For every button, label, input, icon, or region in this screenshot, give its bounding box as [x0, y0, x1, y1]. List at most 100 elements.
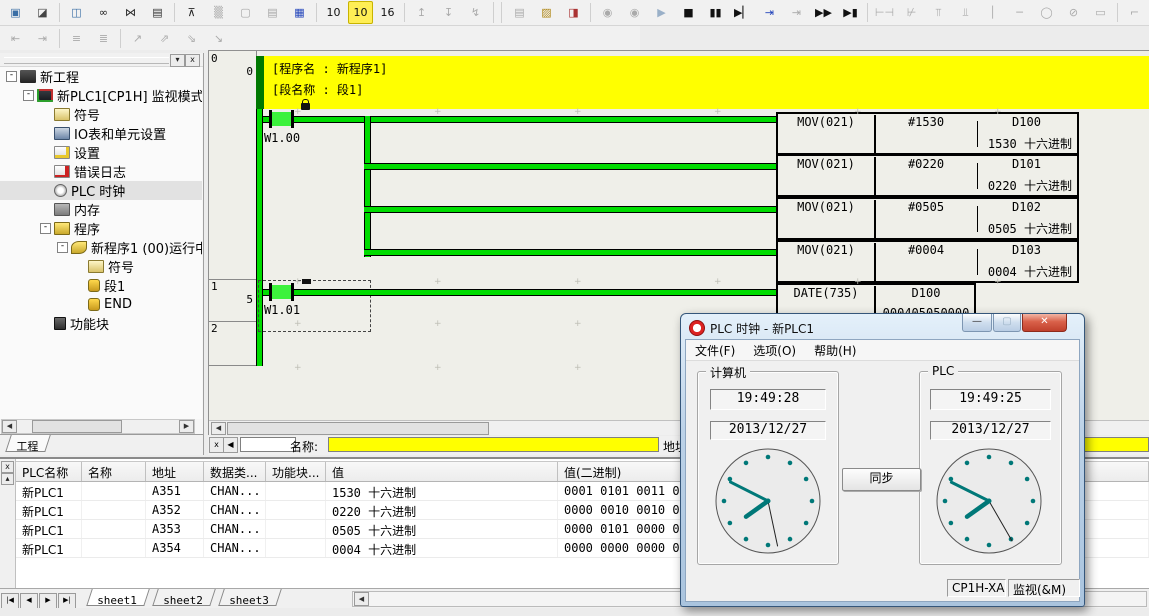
watch-column-header[interactable]: 值 [326, 462, 558, 481]
tree-item-符号[interactable]: 符号 [0, 105, 202, 124]
close-bar-icon[interactable]: x [209, 437, 224, 453]
tree-item-功能块[interactable]: 功能块 [0, 314, 202, 333]
tree-item-内存[interactable]: 内存 [0, 200, 202, 219]
tree-item-新程序1 (00)运行中[interactable]: -新程序1 (00)运行中 [0, 238, 202, 257]
continuous-step-icon[interactable]: ▶▶ [811, 1, 836, 24]
instruction-block-MOV(021)[interactable]: MOV(021)#1530D1001530 十六进制 [776, 112, 1079, 155]
tree-item-段1[interactable]: 段1 [0, 276, 202, 295]
sheet-nav-icon[interactable]: |◀ [1, 593, 19, 609]
force-on-icon: ↥ [409, 1, 434, 24]
name-field[interactable] [328, 437, 659, 452]
instruction-source-operand: #1530 [876, 115, 976, 129]
scroll-right-icon[interactable]: ▶ [179, 420, 194, 433]
watch-column-header[interactable]: PLC名称 [16, 462, 82, 481]
expander-icon[interactable]: - [6, 71, 17, 82]
work-online-icon[interactable]: ⋈ [118, 1, 143, 24]
scroll-left-icon[interactable]: ◀ [354, 592, 369, 606]
stop-icon[interactable]: ■ [676, 1, 701, 24]
watch-column-header[interactable]: 地址 [146, 462, 204, 481]
tree-item-END[interactable]: END [0, 295, 202, 314]
sheet-tab-sheet2[interactable]: sheet2 [152, 589, 215, 606]
pause-icon[interactable]: ▮▮ [703, 1, 728, 24]
collapse-bar-icon[interactable]: ◀ [223, 437, 238, 453]
workspace-grip[interactable]: ▾ x [0, 53, 203, 67]
step-into-icon[interactable]: ⇥ [757, 1, 782, 24]
tree-item-新PLC1[CP1H] 监视模式[interactable]: -新PLC1[CP1H] 监视模式 [0, 86, 202, 105]
rung-comment-block[interactable]: [程序名 : 新程序1] [段名称 : 段1] [264, 56, 1149, 109]
binary-monitor-icon[interactable]: ▦ [287, 1, 312, 24]
instruction-block-MOV(021)[interactable]: MOV(021)#0220D1010220 十六进制 [776, 154, 1079, 197]
project-workspace-panel: ▾ x -新工程-新PLC1[CP1H] 监视模式符号IO表和单元设置设置错误日… [0, 53, 204, 455]
expander-icon[interactable]: - [23, 90, 34, 101]
tree-horizontal-scrollbar[interactable]: ◀ ▶ [1, 419, 195, 434]
sync-button[interactable]: 同步 [842, 468, 921, 491]
sheet-nav-icon[interactable]: ◀ [20, 593, 38, 609]
project-tree: -新工程-新PLC1[CP1H] 监视模式符号IO表和单元设置设置错误日志PLC… [0, 67, 202, 419]
watch-cell [82, 501, 146, 519]
scan-run-icon[interactable]: ▶▮ [838, 1, 863, 24]
online-edit-icon[interactable]: ▨ [534, 1, 559, 24]
dialog-title: PLC 时钟 - 新PLC1 [710, 320, 814, 337]
coil-nc-icon: ⊘ [1061, 1, 1086, 24]
tree-item-符号[interactable]: 符号 [0, 257, 202, 276]
watch-column-header[interactable]: 功能块... [266, 462, 326, 481]
expander-icon[interactable]: - [40, 223, 51, 234]
properties-icon[interactable]: ▤ [145, 1, 170, 24]
dialog-titlebar[interactable]: PLC 时钟 - 新PLC1 [689, 319, 814, 337]
tree-item-设置[interactable]: 设置 [0, 143, 202, 162]
grid-mark: + [994, 107, 1002, 117]
menu-help[interactable]: 帮助(H) [805, 342, 865, 359]
project-view-icon[interactable]: ▣ [3, 1, 28, 24]
close-button[interactable]: ✕ [1022, 314, 1067, 332]
hex-monitor-icon[interactable]: 16 [375, 1, 400, 24]
scroll-left-icon[interactable]: ◀ [2, 420, 17, 433]
transfer-changes-icon[interactable]: ◨ [561, 1, 586, 24]
watch-window-icon[interactable]: ⊼ [179, 1, 204, 24]
rung-margin-cell: 0 0 [209, 51, 256, 280]
decimal-force-icon[interactable]: 10 [348, 1, 373, 24]
decimal-monitor-icon[interactable]: 10 [321, 1, 346, 24]
tree-item-IO表和单元设置[interactable]: IO表和单元设置 [0, 124, 202, 143]
instruction-block-MOV(021)[interactable]: MOV(021)#0505D1020505 十六进制 [776, 197, 1079, 240]
workspace-close-icon[interactable]: x [185, 54, 200, 67]
expander-icon[interactable]: - [57, 242, 68, 253]
monitor-view-icon[interactable]: ◫ [64, 1, 89, 24]
menu-file[interactable]: 文件(F) [686, 342, 744, 359]
find-icon[interactable]: ∞ [91, 1, 116, 24]
symbol-combo[interactable] [240, 437, 296, 452]
workspace-menu-icon[interactable]: ▾ [170, 54, 185, 67]
tree-item-新工程[interactable]: -新工程 [0, 67, 202, 86]
watch-collapse-icon[interactable]: ▴ [1, 473, 14, 485]
memory-icon [54, 203, 70, 216]
instruction-block-MOV(021)[interactable]: MOV(021)#0004D1030004 十六进制 [776, 240, 1079, 283]
watch-column-header[interactable]: 名称 [82, 462, 146, 481]
toolbar-separator [1117, 3, 1118, 22]
sheet-nav-icon[interactable]: ▶| [58, 593, 76, 609]
watch-cell [266, 501, 326, 519]
tools-icon[interactable]: ◪ [30, 1, 55, 24]
sheet-nav-icon[interactable]: ▶ [39, 593, 57, 609]
sheet-tab-sheet3[interactable]: sheet3 [218, 589, 281, 606]
grid-mark: + [434, 277, 442, 287]
minimize-button[interactable]: — [962, 314, 992, 332]
rung-margin: 0 0 1 5 2 [209, 51, 257, 366]
step-run-icon[interactable]: ▶▏ [730, 1, 755, 24]
watch-column-header[interactable]: 数据类... [204, 462, 266, 481]
tree-item-程序[interactable]: -程序 [0, 219, 202, 238]
watch-close-icon[interactable]: x [1, 461, 14, 473]
sheet-tab-sheet1[interactable]: sheet1 [86, 589, 149, 606]
contact-label: W1.01 [247, 303, 317, 317]
grid-mark: + [434, 319, 442, 329]
menu-options[interactable]: 选项(O) [744, 342, 805, 359]
instruction-source-operand: #0220 [876, 157, 976, 171]
grid-mark: + [434, 107, 442, 117]
force-marker-icon [302, 279, 311, 284]
tree-item-错误日志[interactable]: 错误日志 [0, 162, 202, 181]
scroll-left-icon[interactable]: ◀ [211, 422, 226, 435]
tab-project[interactable]: 工程 [5, 435, 51, 452]
plc-clock-dialog[interactable]: PLC 时钟 - 新PLC1 — ▢ ✕ 文件(F) 选项(O) 帮助(H) 计… [680, 313, 1085, 607]
tree-item-PLC 时钟[interactable]: PLC 时钟 [0, 181, 202, 200]
diff-monitor-up-icon: ↗ [125, 27, 150, 50]
scroll-thumb[interactable] [32, 420, 122, 433]
scroll-thumb[interactable] [227, 422, 489, 435]
